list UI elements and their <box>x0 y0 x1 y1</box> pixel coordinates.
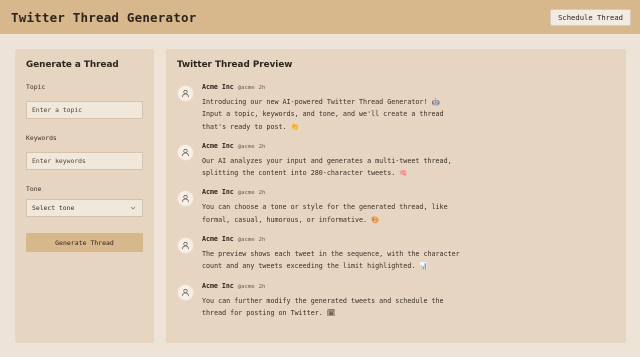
tweet-text: The preview shows each tweet in the sequ… <box>202 250 460 271</box>
tweet-body: Acme Inc @acme 2h You can choose a tone or … <box>202 188 615 226</box>
user-icon <box>177 143 194 161</box>
user-icon <box>177 237 194 255</box>
tweet-time: 2h <box>258 237 266 244</box>
user-icon <box>177 85 194 102</box>
tweet-header: Acme Inc @acme 2h <box>202 188 615 197</box>
tweet-author: Acme Inc <box>202 235 234 244</box>
tweet-handle: @acme <box>237 85 255 91</box>
tweet-handle: @acme <box>237 143 255 150</box>
tweet-author: Acme Inc <box>202 141 234 150</box>
tweet-text: You can choose a tone or style for the g… <box>202 203 448 224</box>
user-icon <box>177 190 194 208</box>
schedule-thread-button[interactable]: Schedule Thread <box>550 8 631 26</box>
tweet-item: Acme Inc @acme 2h Introducing our new AI-po… <box>177 83 615 133</box>
tweet-author: Acme Inc <box>202 188 234 197</box>
tweet-author: Acme Inc <box>202 281 234 290</box>
app-title: Twitter Thread Generator <box>11 9 197 25</box>
generate-thread-panel: Generate a Thread Topic Keywords Tone Se… <box>15 49 154 343</box>
tweet-body: Acme Inc @acme 2h Our AI analyzes your inpu… <box>202 142 615 180</box>
tweet-author: Acme Inc <box>202 83 234 91</box>
preview-title: Twitter Thread Preview <box>177 60 293 70</box>
tone-select[interactable]: Select tone <box>26 199 143 217</box>
topic-input[interactable] <box>26 101 143 119</box>
tweet-time: 2h <box>258 143 266 150</box>
tweet-text: Our AI analyzes your input and generates… <box>202 156 452 178</box>
keywords-label: Keywords <box>26 134 57 142</box>
tweet-list: Acme Inc @acme 2h Introducing our new AI-po… <box>177 83 615 319</box>
tweet-text: You can further modify the generated twe… <box>202 296 444 317</box>
tone-select-value: Select tone <box>32 204 75 212</box>
tweet-handle: @acme <box>237 190 255 197</box>
user-icon <box>177 283 194 301</box>
tweet-header: Acme Inc @acme 2h <box>202 142 615 151</box>
tweet-body: Acme Inc @acme 2h Introducing our new AI-po… <box>202 83 615 133</box>
form-title: Generate a Thread <box>26 60 119 70</box>
tweet-body: Acme Inc @acme 2h You can further modify th… <box>202 282 615 320</box>
tweet-time: 2h <box>258 190 266 197</box>
tweet-item: Acme Inc @acme 2h You can further modify th… <box>177 282 615 320</box>
chevron-down-icon <box>130 205 136 211</box>
app-header: Twitter Thread Generator Schedule Thread <box>0 0 640 34</box>
tweet-item: Acme Inc @acme 2h Our AI analyzes your inpu… <box>177 142 615 180</box>
tweet-header: Acme Inc @acme 2h <box>202 235 615 244</box>
generate-thread-button[interactable]: Generate Thread <box>26 233 143 252</box>
tweet-handle: @acme <box>237 283 255 290</box>
tweet-time: 2h <box>258 283 266 290</box>
tweet-time: 2h <box>258 85 266 91</box>
tweet-body: Acme Inc @acme 2h The preview shows each tw… <box>202 235 615 273</box>
topic-label: Topic <box>26 83 46 91</box>
keywords-input[interactable] <box>26 152 143 170</box>
tweet-handle: @acme <box>237 237 255 244</box>
tone-label: Tone <box>26 185 42 193</box>
thread-preview-panel: Twitter Thread Preview Acme Inc @acme 2h In… <box>166 49 626 343</box>
tweet-header: Acme Inc @acme 2h <box>202 83 615 92</box>
tweet-text: Introducing our new AI-powered Twitter T… <box>202 98 444 131</box>
tweet-header: Acme Inc @acme 2h <box>202 282 615 291</box>
tweet-item: Acme Inc @acme 2h The preview shows each tw… <box>177 235 615 273</box>
tweet-item: Acme Inc @acme 2h You can choose a tone or … <box>177 188 615 226</box>
